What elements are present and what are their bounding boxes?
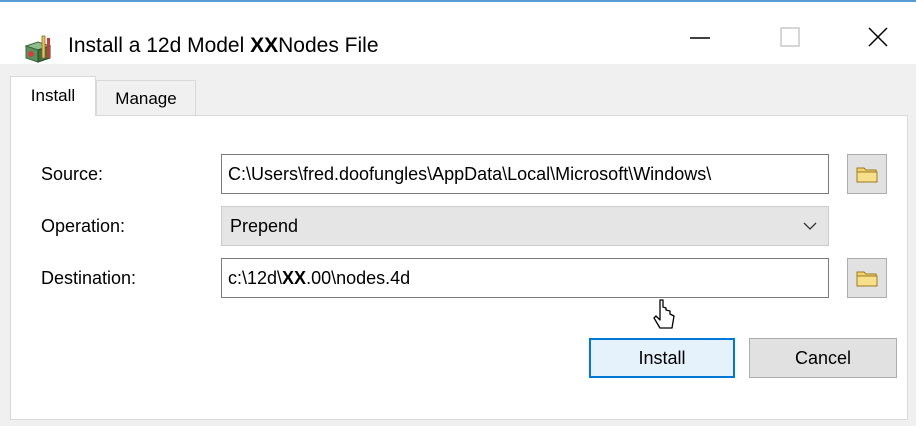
title-prefix: Install a 12d Model bbox=[68, 34, 251, 57]
install-button[interactable]: Install bbox=[589, 338, 735, 378]
operation-label: Operation: bbox=[41, 216, 126, 236]
chevron-down-icon bbox=[803, 222, 817, 230]
app-icon bbox=[24, 35, 52, 63]
folder-icon bbox=[856, 167, 878, 183]
destination-prefix: c:\12d\ bbox=[228, 268, 283, 288]
tab-manage[interactable]: Manage bbox=[96, 80, 196, 116]
destination-input[interactable]: c:\12d\XX.00\nodes.4d bbox=[221, 258, 829, 298]
source-browse-button[interactable] bbox=[847, 154, 887, 194]
close-button[interactable] bbox=[840, 8, 916, 66]
operation-select[interactable]: Prepend bbox=[221, 206, 829, 246]
operation-selected-value: Prepend bbox=[230, 216, 299, 236]
title-suffix: Nodes File bbox=[278, 34, 379, 57]
minimize-icon bbox=[690, 37, 710, 39]
dialog-client-area: Install Manage Source: C:\Users\fred.doo… bbox=[0, 64, 916, 426]
destination-label: Destination: bbox=[41, 268, 137, 288]
title-redaction-mark: XX bbox=[250, 34, 279, 57]
close-icon bbox=[868, 27, 888, 47]
source-label: Source: bbox=[41, 164, 104, 184]
title-bar[interactable]: Install a 12d Model XXNodes File bbox=[0, 2, 916, 64]
cancel-button[interactable]: Cancel bbox=[749, 338, 897, 378]
folder-icon bbox=[856, 271, 878, 287]
source-input[interactable]: C:\Users\fred.doofungles\AppData\Local\M… bbox=[221, 154, 829, 194]
maximize-icon bbox=[780, 27, 800, 47]
destination-suffix: .00\nodes.4d bbox=[306, 268, 411, 288]
maximize-button[interactable] bbox=[752, 8, 828, 66]
minimize-button[interactable] bbox=[662, 8, 738, 66]
window-title: Install a 12d Model XXNodes File bbox=[68, 34, 379, 58]
tab-install[interactable]: Install bbox=[10, 76, 96, 116]
install-tab-panel: Source: C:\Users\fred.doofungles\AppData… bbox=[10, 115, 908, 420]
destination-browse-button[interactable] bbox=[847, 258, 887, 298]
mouse-cursor-icon bbox=[653, 299, 675, 329]
destination-redaction-mark: XX bbox=[282, 268, 307, 288]
